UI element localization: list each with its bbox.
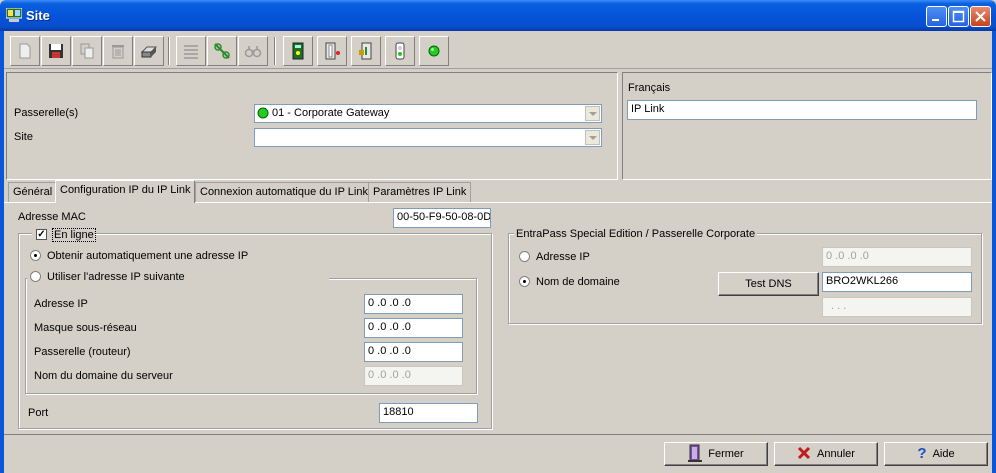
status-green-icon[interactable] <box>419 36 449 66</box>
maximize-button[interactable] <box>948 6 969 27</box>
cancel-button[interactable]: Annuler <box>774 442 878 466</box>
entrapass-ip-radio[interactable] <box>519 251 530 262</box>
ip-address-field[interactable]: 0 .0 .0 .0 <box>364 294 463 314</box>
close-button[interactable]: Fermer <box>664 442 768 466</box>
title-bar[interactable] <box>0 0 996 31</box>
status-green-icon <box>257 107 269 119</box>
online-checkbox[interactable]: ✓ <box>36 229 47 240</box>
domain-name-field[interactable]: BRO2WKL266 <box>822 272 972 292</box>
ip-address-label: Adresse IP <box>34 298 88 310</box>
manual-ip-label: Utiliser l'adresse IP suivante <box>47 271 185 283</box>
help-button[interactable]: ? Aide <box>884 442 988 466</box>
new-icon[interactable] <box>10 36 40 66</box>
window-frame-right <box>992 31 996 473</box>
gateway-site-panel <box>6 72 618 180</box>
auto-ip-radio[interactable] <box>30 250 41 261</box>
router-field[interactable]: 0 .0 .0 .0 <box>364 342 463 362</box>
toolbar-separator <box>168 37 170 65</box>
site-label: Site <box>14 131 33 143</box>
tab-general[interactable]: Général <box>8 182 58 202</box>
door-lock-icon[interactable] <box>351 36 381 66</box>
tab-auto-connection[interactable]: Connexion automatique du IP Link <box>195 182 373 202</box>
traffic-light-icon[interactable] <box>385 36 415 66</box>
toolbar-separator <box>274 37 276 65</box>
domain-name-label: Nom de domaine <box>536 276 620 288</box>
save-icon[interactable] <box>41 36 71 66</box>
entrapass-ip-field[interactable]: 0 .0 .0 .0 <box>822 247 972 267</box>
delete-icon[interactable] <box>103 36 133 66</box>
language-panel <box>622 72 992 180</box>
dns-server-label: Nom du domaine du serveur <box>34 370 173 382</box>
port-field[interactable]: 18810 <box>379 403 478 423</box>
dns-server-field[interactable]: 0 .0 .0 .0 <box>364 366 463 386</box>
subnet-mask-label: Masque sous-réseau <box>34 322 137 334</box>
find-icon[interactable] <box>238 36 268 66</box>
gateway-select[interactable]: 01 - Corporate Gateway <box>254 104 602 123</box>
tab-ip-configuration[interactable]: Configuration IP du IP Link <box>55 180 196 203</box>
copy-icon[interactable] <box>72 36 102 66</box>
domain-name-radio[interactable] <box>519 276 530 287</box>
entrapass-legend: EntraPass Special Edition / Passerelle C… <box>514 228 758 240</box>
manual-ip-radio[interactable] <box>30 271 41 282</box>
cancel-x-icon <box>797 446 811 463</box>
mac-address-field[interactable]: 00-50-F9-50-08-0D <box>393 208 491 228</box>
link-icon[interactable] <box>207 36 237 66</box>
gateway-select-value: 01 - Corporate Gateway <box>272 107 390 119</box>
list-icon[interactable] <box>176 36 206 66</box>
gateway-label: Passerelle(s) <box>14 107 79 119</box>
resolved-ip-field: . . . <box>822 297 972 317</box>
close-window-button[interactable] <box>970 6 991 27</box>
help-button-label: Aide <box>932 448 955 460</box>
auto-ip-label: Obtenir automatiquement une adresse IP <box>47 250 249 262</box>
close-button-label: Fermer <box>708 448 744 460</box>
mac-address-label: Adresse MAC <box>18 211 86 223</box>
chevron-down-icon[interactable] <box>585 130 600 145</box>
subnet-mask-field[interactable]: 0 .0 .0 .0 <box>364 318 463 338</box>
gateway-icon[interactable] <box>283 36 313 66</box>
description-field[interactable]: IP Link <box>627 100 977 120</box>
language-label: Français <box>628 82 671 94</box>
door-icon[interactable] <box>317 36 347 66</box>
test-dns-button[interactable]: Test DNS <box>718 272 819 296</box>
online-label: En ligne <box>52 228 96 242</box>
window-title: Site <box>26 8 50 23</box>
entrapass-ip-label: Adresse IP <box>536 251 590 263</box>
door-exit-icon <box>688 444 703 465</box>
help-question-icon: ? <box>917 445 927 462</box>
port-label: Port <box>28 407 49 419</box>
chevron-down-icon[interactable] <box>585 106 600 121</box>
minimize-button[interactable] <box>926 6 947 27</box>
app-icon <box>5 7 23 22</box>
router-label: Passerelle (routeur) <box>34 346 131 358</box>
cancel-button-label: Annuler <box>817 448 855 460</box>
site-select[interactable] <box>254 128 602 147</box>
tab-ip-link-parameters[interactable]: Paramètres IP Link <box>368 182 472 202</box>
print-icon[interactable] <box>134 36 164 66</box>
